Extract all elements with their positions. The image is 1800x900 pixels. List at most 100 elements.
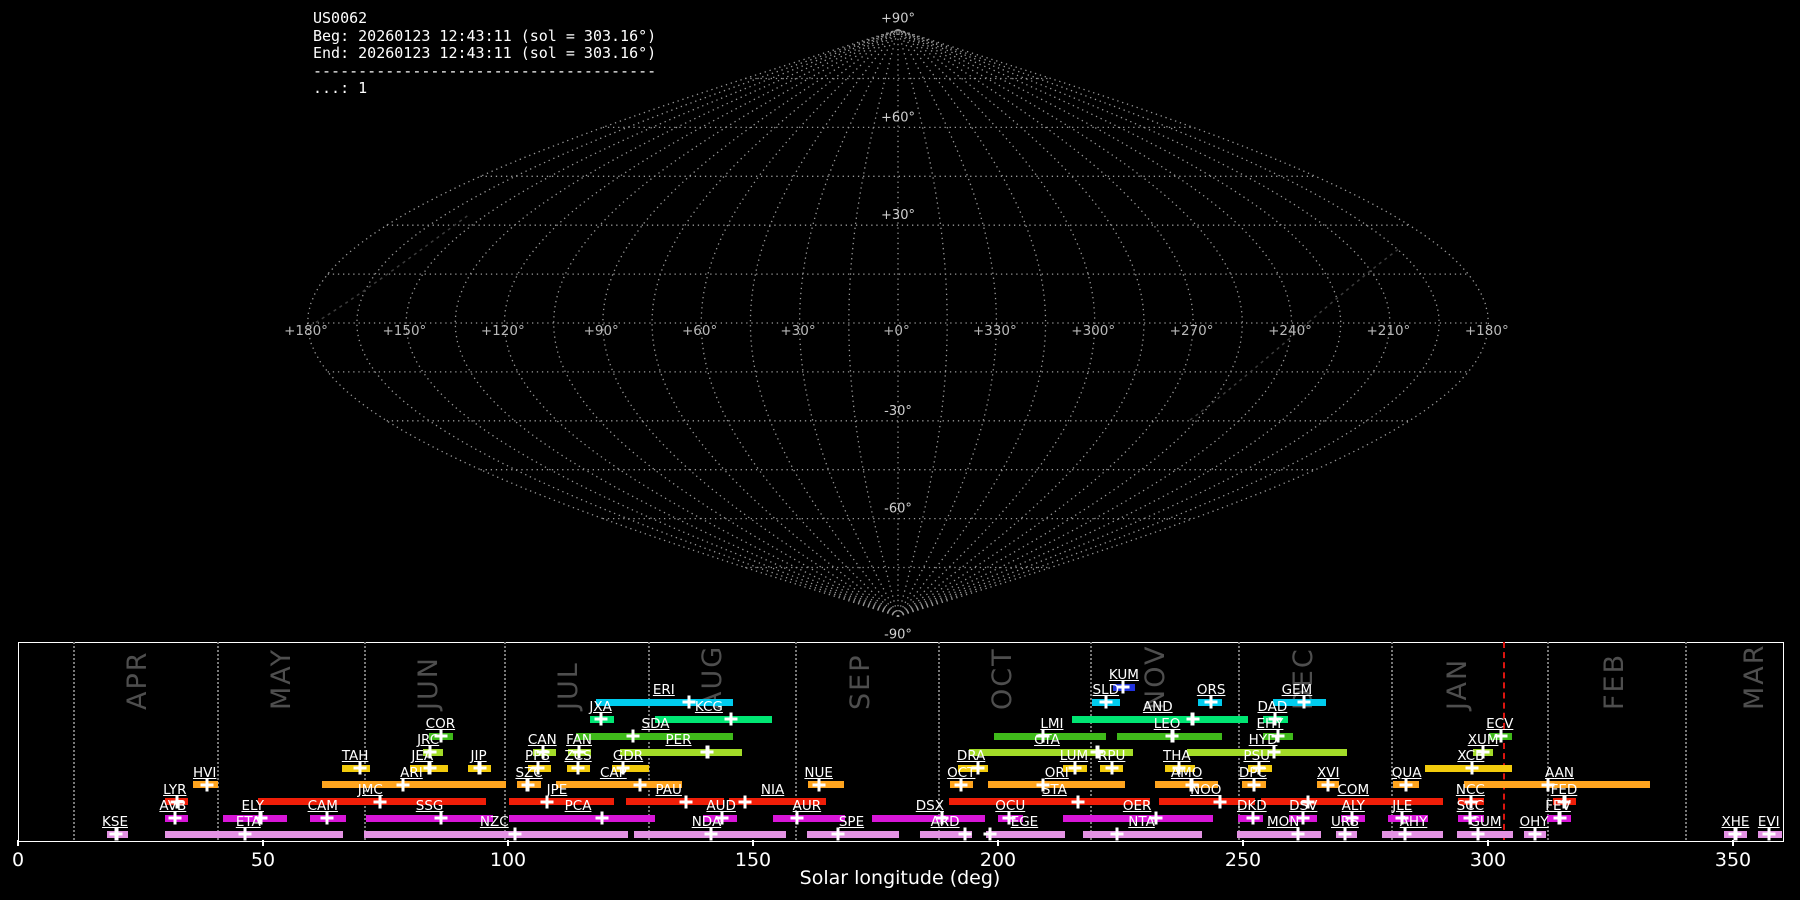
shower-peak-marker [1728,827,1742,841]
month-label: APR [122,650,154,710]
shower-bar [508,814,655,822]
shower-bar [985,830,1066,838]
meteor-activity-figure: +180° +150° +120° +90° +60° +30° +0° +330° +300°… [0,0,1800,900]
month-label: FEB [1598,652,1630,710]
shower-peak-marker [320,811,334,825]
shower-code-label: ARD [930,814,960,830]
month-label: MAY [265,647,297,710]
x-axis-title: Solar longitude (deg) [799,867,1001,889]
shower-peak-marker [1071,795,1085,808]
shower-bar [1381,830,1444,838]
shower-peak-marker [983,827,997,841]
shower-peak-marker [958,827,972,841]
month-boundary-line [648,642,651,840]
x-axis-tick-label: 250 [1224,849,1262,871]
shower-peak-marker [954,778,968,791]
shower-peak-marker [200,778,214,791]
shower-peak-marker [434,811,448,825]
shower-peak-marker [724,712,738,726]
shower-code-label: AND [1142,699,1173,715]
shower-code-label: PCA [564,798,592,814]
shower-code-label: COM [1337,781,1370,798]
shower-peak-marker [1321,778,1335,791]
shower-peak-marker [1338,827,1352,841]
shower-peak-marker [353,761,367,775]
shower-peak-marker [626,729,640,743]
shower-peak-marker [1099,695,1113,709]
shower-peak-marker [812,778,826,791]
shower-peak-marker [1291,827,1305,841]
shower-bar [948,798,1150,805]
shower-peak-marker [700,745,714,759]
shower-peak-marker [521,778,535,791]
shower-peak-marker [423,761,437,775]
shower-bar [655,715,772,723]
shower-bar [364,830,629,838]
shower-peak-marker [540,795,554,808]
shower-peak-marker [238,827,252,841]
shower-peak-marker [1068,761,1082,775]
month-label: JUN [412,656,444,710]
month-boundary-line [363,642,366,840]
x-axis-tick [752,840,754,846]
month-label: OCT [986,647,1018,710]
shower-code-label: SDA [641,716,670,732]
shower-bar [806,830,899,838]
shower-peak-marker [109,827,123,841]
shower-peak-marker [1399,778,1413,791]
month-boundary-line [504,642,507,840]
x-axis-tick [17,840,19,846]
shower-bar [321,781,507,788]
shower-bar [508,798,614,805]
shower-peak-marker [1186,712,1200,726]
shower-peak-marker [594,712,608,726]
shower-peak-marker [1204,695,1218,709]
x-axis-tick [1732,840,1734,846]
month-label: JUL [552,661,584,710]
x-axis-tick-label: 0 [11,849,25,871]
shower-peak-marker [595,811,609,825]
shower-peak-marker [1246,811,1260,825]
shower-bar [575,732,733,740]
shower-peak-marker [1213,795,1227,808]
x-axis-tick [997,840,999,846]
shower-peak-marker [1105,761,1119,775]
shower-peak-marker [682,695,696,709]
shower-peak-marker [508,827,522,841]
shower-code-label: PAU [655,781,682,798]
x-axis-tick-label: 50 [250,849,276,871]
x-axis-tick [1487,840,1489,846]
shower-bar [1082,830,1202,838]
month-boundary-line [216,642,219,840]
shower-code-label: STA [1041,781,1067,798]
x-axis-tick-label: 300 [1469,849,1507,871]
x-axis-tick [262,840,264,846]
shower-bar [1456,830,1514,838]
shower-peak-marker [1398,827,1412,841]
month-boundary-line [1685,642,1688,840]
shower-code-label: NIA [760,781,785,798]
shower-peak-marker [473,761,487,775]
shower-peak-marker [1465,761,1479,775]
shower-peak-marker [373,795,387,808]
shower-bar [258,798,486,805]
shower-peak-marker [571,761,585,775]
shower-timeline-plot: APR MAY JUN JUL AUG SEP OCT NOV DEC JAN FEB MAR KUM E… [0,0,1800,900]
month-label: JAN [1442,657,1474,710]
month-label: MAR [1739,643,1771,710]
month-label: SEP [844,653,876,710]
x-axis-tick [507,840,509,846]
shower-peak-marker [168,811,182,825]
shower-peak-marker [831,827,845,841]
shower-code-label: PER [665,732,692,748]
shower-peak-marker [1247,778,1261,791]
shower-peak-marker [1165,729,1179,743]
shower-peak-marker [1762,827,1776,841]
x-axis-tick-label: 350 [1714,849,1752,871]
month-boundary-line [1090,642,1093,840]
shower-code-label: NTA [1128,814,1155,830]
shower-peak-marker [1110,827,1124,841]
shower-peak-marker [790,811,804,825]
shower-bar [1237,830,1322,838]
shower-bar [772,814,846,822]
